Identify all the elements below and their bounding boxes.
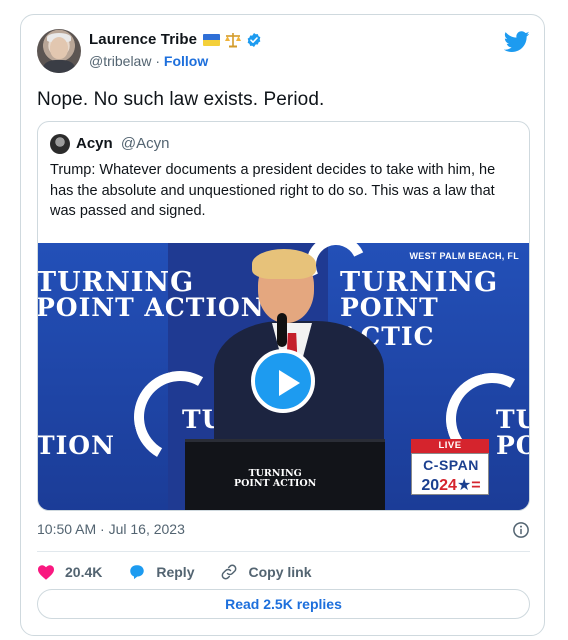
podium-logo-text: TURNING POINT ACTION: [234, 468, 317, 489]
author-name-row: Laurence Tribe: [89, 31, 262, 48]
play-icon: [279, 370, 300, 396]
play-button[interactable]: [251, 349, 315, 413]
video-player[interactable]: TURNING POINT ACTION WEST PALM BEACH, FL…: [38, 243, 529, 510]
banner-lower-right-top: TU: [496, 405, 529, 434]
read-replies-button[interactable]: Read 2.5K replies: [37, 589, 530, 619]
author-handle-row: @tribelaw · Follow: [89, 53, 208, 69]
copy-link-button[interactable]: Copy link: [220, 563, 312, 581]
tweet-timestamp[interactable]: 10:50 AM · Jul 16, 2023: [37, 521, 185, 537]
tweet-card: Laurence Tribe @tribelaw · Follow Nope. …: [20, 14, 545, 636]
tweet-header: Laurence Tribe @tribelaw · Follow: [37, 29, 530, 77]
reply-label: Reply: [156, 564, 195, 580]
quoted-author-avatar[interactable]: [50, 134, 70, 154]
verified-badge-icon: [247, 32, 261, 47]
tweet-text: Nope. No such law exists. Period.: [37, 89, 325, 110]
like-button[interactable]: 20.4K: [37, 564, 102, 580]
quoted-tweet[interactable]: Acyn @Acyn Trump: Whatever documents a p…: [37, 121, 530, 511]
quoted-author-row: Acyn @Acyn: [76, 135, 169, 152]
tweet-timestamp-row: 10:50 AM · Jul 16, 2023: [37, 521, 530, 541]
heart-icon: [38, 565, 54, 580]
action-bar: 20.4K Reply Copy link: [37, 561, 338, 583]
author-display-name[interactable]: Laurence Tribe: [89, 31, 197, 48]
handle-separator: ·: [155, 53, 161, 69]
divider: [37, 551, 530, 552]
author-handle[interactable]: @tribelaw: [89, 53, 151, 69]
location-caption: WEST PALM BEACH, FL: [409, 251, 519, 261]
twitter-bird-icon[interactable]: [504, 31, 530, 53]
live-badge: LIVE: [411, 439, 489, 453]
scales-icon: [225, 32, 242, 47]
banner-left-line2: POINT ACTION: [38, 293, 265, 322]
quoted-author-name[interactable]: Acyn: [76, 135, 113, 152]
ukraine-flag-icon: [203, 33, 221, 46]
quoted-tweet-text: Trump: Whatever documents a president de…: [50, 162, 496, 219]
banner-lower-right-bottom: PO: [496, 431, 529, 460]
copy-link-label: Copy link: [248, 564, 312, 580]
reply-bubble-icon: [130, 565, 145, 580]
info-icon[interactable]: [512, 521, 530, 539]
cspan-logo: C-SPAN 2024★=: [411, 453, 489, 495]
link-icon: [222, 564, 237, 580]
like-count: 20.4K: [65, 564, 103, 580]
quoted-author-handle[interactable]: @Acyn: [121, 135, 170, 152]
banner-lower-left: TION: [38, 431, 115, 460]
reply-button[interactable]: Reply: [128, 563, 194, 581]
microphone: [277, 313, 287, 347]
author-avatar[interactable]: [37, 29, 81, 73]
follow-button[interactable]: Follow: [164, 53, 208, 69]
